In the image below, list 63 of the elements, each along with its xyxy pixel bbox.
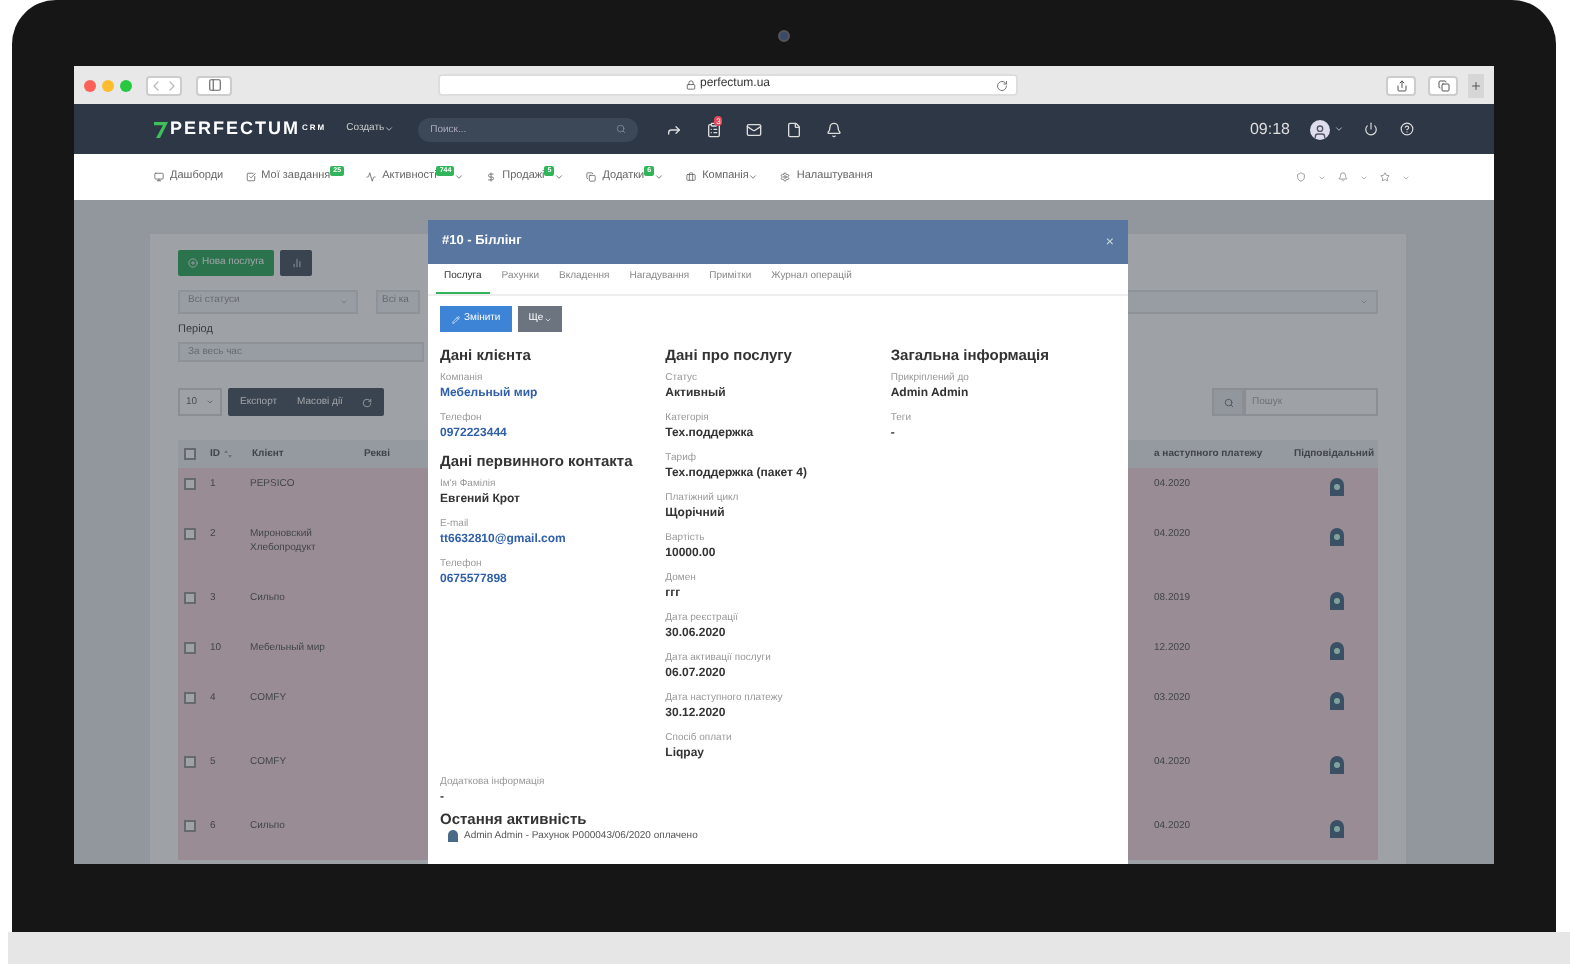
close-icon[interactable] [84, 79, 96, 91]
maximize-icon[interactable] [120, 79, 132, 91]
search-button[interactable] [1212, 388, 1244, 417]
caret-icon [748, 172, 759, 182]
avatar-icon [1329, 478, 1343, 497]
star-icon[interactable] [1380, 172, 1390, 182]
search-icon [1223, 397, 1233, 408]
file-icon[interactable] [786, 121, 803, 137]
minimize-icon[interactable] [102, 79, 114, 91]
mail-icon[interactable] [746, 121, 763, 137]
bar-chart-icon [291, 258, 302, 268]
tabs-icon [1437, 79, 1449, 91]
avatar-icon [1329, 692, 1343, 711]
sidebar-button[interactable] [196, 75, 232, 95]
gear-icon [780, 172, 791, 182]
avatar-icon [1329, 820, 1343, 839]
checkbox[interactable] [184, 756, 196, 769]
checkbox[interactable] [184, 692, 196, 705]
shield-icon[interactable] [1296, 172, 1306, 182]
activity-icon [366, 172, 377, 182]
reload-icon[interactable] [996, 79, 1008, 91]
user-avatar[interactable] [1310, 119, 1330, 139]
dollar-icon [486, 172, 497, 182]
sidebar-icon [207, 78, 221, 92]
camera-icon [778, 30, 790, 42]
share-icon [1395, 79, 1407, 91]
avatar-icon [1329, 642, 1343, 661]
briefcase-icon [686, 172, 697, 182]
search-icon [616, 124, 627, 134]
avatar-icon [1329, 592, 1343, 611]
back-icon[interactable] [148, 77, 164, 93]
back-forward-buttons[interactable] [146, 75, 182, 95]
refresh-icon[interactable] [362, 397, 373, 408]
power-icon[interactable] [1364, 122, 1378, 136]
help-icon[interactable] [1400, 122, 1414, 136]
new-tab-button[interactable] [1468, 73, 1484, 97]
checkbox[interactable] [184, 528, 196, 541]
checkbox[interactable] [184, 448, 196, 461]
checkbox[interactable] [184, 478, 196, 491]
checkbox[interactable] [184, 820, 196, 833]
caret-icon[interactable] [1334, 124, 1344, 134]
chart-button[interactable] [280, 250, 313, 276]
avatar-icon [448, 830, 458, 842]
avatar-icon [1329, 528, 1343, 547]
pencil-icon [452, 315, 460, 323]
tabs-button[interactable] [1428, 75, 1458, 95]
copy-icon [586, 172, 597, 182]
caret-icon [654, 172, 665, 182]
logo-icon [154, 121, 168, 137]
caret-icon [454, 172, 465, 182]
checkbox[interactable] [184, 642, 196, 655]
checkbox-icon [245, 172, 256, 182]
lock-icon [685, 80, 696, 90]
avatar-icon [1329, 756, 1343, 775]
caret-icon [554, 172, 565, 182]
monitor-icon [154, 172, 164, 182]
share-button[interactable] [1386, 75, 1416, 95]
forward-icon[interactable] [164, 77, 180, 93]
share-icon[interactable] [666, 121, 683, 137]
checkbox[interactable] [184, 592, 196, 605]
clock: 09:18 [1249, 117, 1290, 141]
caret-icon [384, 124, 395, 134]
bell-icon[interactable] [826, 121, 843, 137]
